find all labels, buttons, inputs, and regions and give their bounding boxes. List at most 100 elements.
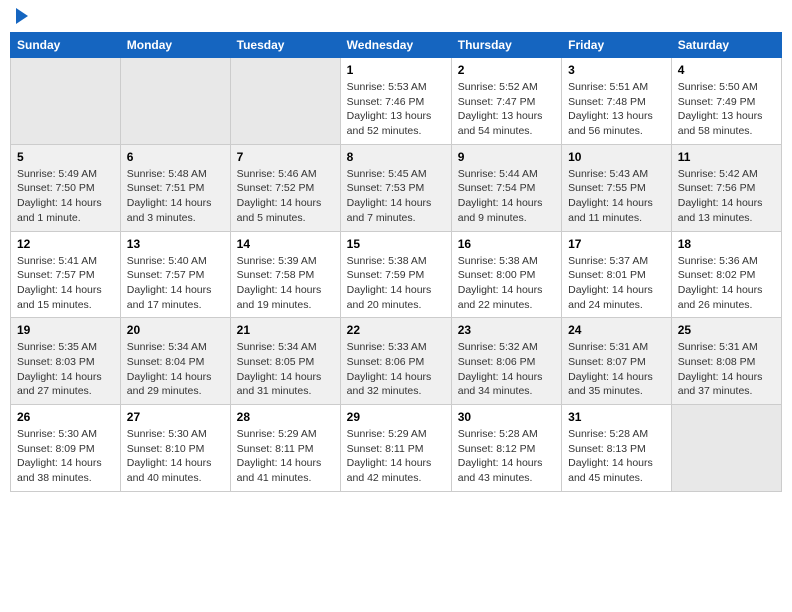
calendar-cell: 4Sunrise: 5:50 AMSunset: 7:49 PMDaylight…	[671, 58, 781, 145]
day-number: 26	[17, 410, 114, 424]
calendar-cell: 6 Sunrise: 5:48 AMSunset: 7:51 PMDaylight…	[120, 144, 230, 231]
day-info: Sunrise: 5:30 AMSunset: 8:10 PMDaylight:…	[127, 427, 224, 486]
calendar-cell: 7 Sunrise: 5:46 AMSunset: 7:52 PMDaylight…	[230, 144, 340, 231]
calendar-cell: 26 Sunrise: 5:30 AMSunset: 8:09 PMDayligh…	[11, 405, 121, 492]
day-number: 14	[237, 237, 334, 251]
calendar-table: SundayMondayTuesdayWednesdayThursdayFrid…	[10, 32, 782, 492]
calendar-header-saturday: Saturday	[671, 33, 781, 58]
calendar-cell: 27 Sunrise: 5:30 AMSunset: 8:10 PMDayligh…	[120, 405, 230, 492]
day-info: Sunrise: 5:42 AMSunset: 7:56 PMDaylight:…	[678, 167, 775, 226]
day-info: Sunrise: 5:44 AMSunset: 7:54 PMDaylight:…	[458, 167, 555, 226]
day-number: 10	[568, 150, 665, 164]
day-info: Sunrise: 5:40 AMSunset: 7:57 PMDaylight:…	[127, 254, 224, 313]
calendar-cell: 16 Sunrise: 5:38 AMSunset: 8:00 PMDayligh…	[451, 231, 561, 318]
day-number: 16	[458, 237, 555, 251]
calendar-cell: 31 Sunrise: 5:28 AMSunset: 8:13 PMDayligh…	[562, 405, 672, 492]
day-number: 1	[347, 63, 445, 77]
calendar-cell	[671, 405, 781, 492]
day-info: Sunrise: 5:53 AMSunset: 7:46 PMDaylight:…	[347, 80, 445, 139]
calendar-cell: 15 Sunrise: 5:38 AMSunset: 7:59 PMDayligh…	[340, 231, 451, 318]
calendar-week-row: 12Sunrise: 5:41 AMSunset: 7:57 PMDayligh…	[11, 231, 782, 318]
day-info: Sunrise: 5:31 AMSunset: 8:08 PMDaylight:…	[678, 340, 775, 399]
day-number: 22	[347, 323, 445, 337]
day-number: 7	[237, 150, 334, 164]
calendar-cell	[11, 58, 121, 145]
day-number: 30	[458, 410, 555, 424]
day-info: Sunrise: 5:52 AMSunset: 7:47 PMDaylight:…	[458, 80, 555, 139]
day-info: Sunrise: 5:38 AMSunset: 7:59 PMDaylight:…	[347, 254, 445, 313]
day-number: 19	[17, 323, 114, 337]
calendar-cell: 28 Sunrise: 5:29 AMSunset: 8:11 PMDayligh…	[230, 405, 340, 492]
calendar-cell: 11 Sunrise: 5:42 AMSunset: 7:56 PMDayligh…	[671, 144, 781, 231]
day-info: Sunrise: 5:29 AMSunset: 8:11 PMDaylight:…	[347, 427, 445, 486]
calendar-header-monday: Monday	[120, 33, 230, 58]
calendar-cell: 30 Sunrise: 5:28 AMSunset: 8:12 PMDayligh…	[451, 405, 561, 492]
calendar-header-tuesday: Tuesday	[230, 33, 340, 58]
calendar-cell: 10 Sunrise: 5:43 AMSunset: 7:55 PMDayligh…	[562, 144, 672, 231]
calendar-header-sunday: Sunday	[11, 33, 121, 58]
calendar-cell: 23 Sunrise: 5:32 AMSunset: 8:06 PMDayligh…	[451, 318, 561, 405]
calendar-cell	[230, 58, 340, 145]
day-number: 17	[568, 237, 665, 251]
day-info: Sunrise: 5:38 AMSunset: 8:00 PMDaylight:…	[458, 254, 555, 313]
calendar-week-row: 19 Sunrise: 5:35 AMSunset: 8:03 PMDayligh…	[11, 318, 782, 405]
calendar-header-row: SundayMondayTuesdayWednesdayThursdayFrid…	[11, 33, 782, 58]
day-number: 13	[127, 237, 224, 251]
calendar-cell: 5Sunrise: 5:49 AMSunset: 7:50 PMDaylight…	[11, 144, 121, 231]
calendar-cell: 24Sunrise: 5:31 AMSunset: 8:07 PMDayligh…	[562, 318, 672, 405]
day-info: Sunrise: 5:51 AMSunset: 7:48 PMDaylight:…	[568, 80, 665, 139]
logo-arrow-icon	[16, 8, 28, 24]
calendar-cell: 22 Sunrise: 5:33 AMSunset: 8:06 PMDayligh…	[340, 318, 451, 405]
day-info: Sunrise: 5:34 AMSunset: 8:05 PMDaylight:…	[237, 340, 334, 399]
calendar-cell: 14 Sunrise: 5:39 AMSunset: 7:58 PMDayligh…	[230, 231, 340, 318]
day-number: 15	[347, 237, 445, 251]
day-info: Sunrise: 5:48 AMSunset: 7:51 PMDaylight:…	[127, 167, 224, 226]
calendar-cell	[120, 58, 230, 145]
day-info: Sunrise: 5:33 AMSunset: 8:06 PMDaylight:…	[347, 340, 445, 399]
day-number: 24	[568, 323, 665, 337]
day-info: Sunrise: 5:29 AMSunset: 8:11 PMDaylight:…	[237, 427, 334, 486]
day-info: Sunrise: 5:34 AMSunset: 8:04 PMDaylight:…	[127, 340, 224, 399]
calendar-week-row: 1 Sunrise: 5:53 AMSunset: 7:46 PMDaylight…	[11, 58, 782, 145]
day-info: Sunrise: 5:28 AMSunset: 8:13 PMDaylight:…	[568, 427, 665, 486]
day-info: Sunrise: 5:46 AMSunset: 7:52 PMDaylight:…	[237, 167, 334, 226]
day-number: 6	[127, 150, 224, 164]
calendar-header-wednesday: Wednesday	[340, 33, 451, 58]
day-info: Sunrise: 5:37 AMSunset: 8:01 PMDaylight:…	[568, 254, 665, 313]
day-info: Sunrise: 5:49 AMSunset: 7:50 PMDaylight:…	[17, 167, 114, 226]
day-number: 8	[347, 150, 445, 164]
calendar-cell: 2 Sunrise: 5:52 AMSunset: 7:47 PMDaylight…	[451, 58, 561, 145]
day-info: Sunrise: 5:35 AMSunset: 8:03 PMDaylight:…	[17, 340, 114, 399]
day-number: 11	[678, 150, 775, 164]
calendar-cell: 8Sunrise: 5:45 AMSunset: 7:53 PMDaylight…	[340, 144, 451, 231]
calendar-cell: 3 Sunrise: 5:51 AMSunset: 7:48 PMDaylight…	[562, 58, 672, 145]
day-info: Sunrise: 5:28 AMSunset: 8:12 PMDaylight:…	[458, 427, 555, 486]
day-number: 2	[458, 63, 555, 77]
day-number: 9	[458, 150, 555, 164]
calendar-cell: 17 Sunrise: 5:37 AMSunset: 8:01 PMDayligh…	[562, 231, 672, 318]
day-info: Sunrise: 5:36 AMSunset: 8:02 PMDaylight:…	[678, 254, 775, 313]
day-number: 20	[127, 323, 224, 337]
calendar-cell: 12Sunrise: 5:41 AMSunset: 7:57 PMDayligh…	[11, 231, 121, 318]
calendar-header-thursday: Thursday	[451, 33, 561, 58]
day-number: 23	[458, 323, 555, 337]
calendar-cell: 9 Sunrise: 5:44 AMSunset: 7:54 PMDaylight…	[451, 144, 561, 231]
calendar-cell: 25 Sunrise: 5:31 AMSunset: 8:08 PMDayligh…	[671, 318, 781, 405]
calendar-cell: 20 Sunrise: 5:34 AMSunset: 8:04 PMDayligh…	[120, 318, 230, 405]
day-number: 27	[127, 410, 224, 424]
day-info: Sunrise: 5:32 AMSunset: 8:06 PMDaylight:…	[458, 340, 555, 399]
day-info: Sunrise: 5:43 AMSunset: 7:55 PMDaylight:…	[568, 167, 665, 226]
day-info: Sunrise: 5:41 AMSunset: 7:57 PMDaylight:…	[17, 254, 114, 313]
day-number: 25	[678, 323, 775, 337]
calendar-cell: 29Sunrise: 5:29 AMSunset: 8:11 PMDayligh…	[340, 405, 451, 492]
day-number: 21	[237, 323, 334, 337]
day-number: 3	[568, 63, 665, 77]
day-info: Sunrise: 5:39 AMSunset: 7:58 PMDaylight:…	[237, 254, 334, 313]
day-number: 4	[678, 63, 775, 77]
calendar-cell: 19 Sunrise: 5:35 AMSunset: 8:03 PMDayligh…	[11, 318, 121, 405]
calendar-cell: 21 Sunrise: 5:34 AMSunset: 8:05 PMDayligh…	[230, 318, 340, 405]
day-number: 28	[237, 410, 334, 424]
day-number: 31	[568, 410, 665, 424]
page-header	[10, 10, 782, 24]
day-info: Sunrise: 5:30 AMSunset: 8:09 PMDaylight:…	[17, 427, 114, 486]
